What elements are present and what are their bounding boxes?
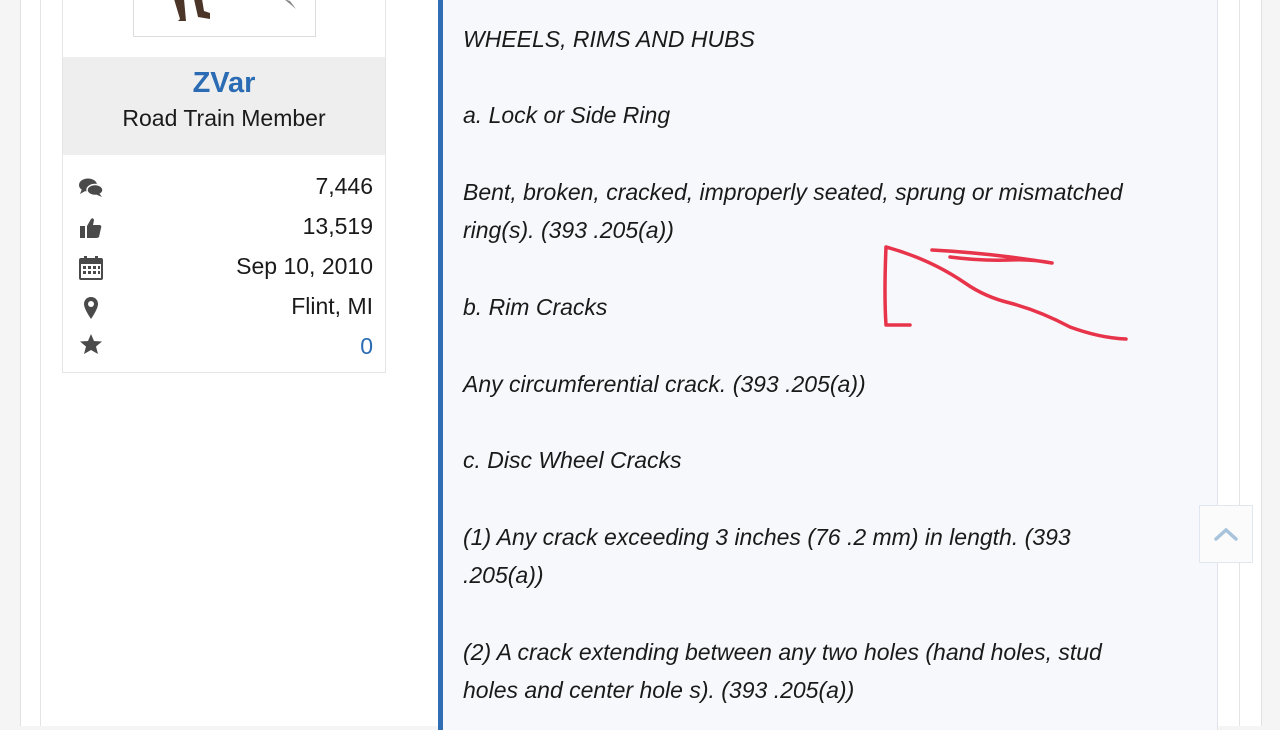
post-body: WHEELS, RIMS AND HUBS a. Lock or Side Ri… [438, 0, 1218, 730]
post-line: c. Disc Wheel Cracks [463, 447, 682, 473]
scroll-to-top-button[interactable] [1199, 505, 1253, 563]
location-pin-icon [77, 295, 105, 321]
post-line: b. Rim Cracks [463, 294, 608, 320]
post-line: ring(s). (393 .205(a)) [463, 217, 674, 243]
user-card: ZVar Road Train Member 7,446 13,519 Sep … [62, 0, 386, 373]
thumbs-up-icon [77, 215, 105, 241]
star-icon [77, 331, 105, 357]
stat-location: Flint, MI [63, 291, 385, 325]
chevron-up-icon [1214, 527, 1238, 541]
post-line: (2) A crack extending between any two ho… [463, 639, 1102, 665]
calendar-icon [77, 255, 105, 281]
messages-icon [77, 175, 105, 201]
username-link[interactable]: ZVar [63, 67, 385, 100]
stat-trophies: 0 [63, 331, 385, 365]
reaction-count: 13,519 [302, 213, 373, 239]
trophy-points-link[interactable]: 0 [360, 333, 373, 360]
user-title: Road Train Member [122, 105, 326, 131]
stat-messages: 7,446 [63, 171, 385, 205]
post-line: holes and center hole s). (393 .205(a)) [463, 677, 855, 703]
post-line: a. Lock or Side Ring [463, 102, 671, 128]
post-line: Bent, broken, cracked, improperly seated… [463, 179, 1123, 205]
post-heading: WHEELS, RIMS AND HUBS [463, 26, 755, 52]
joined-date: Sep 10, 2010 [236, 253, 373, 279]
stat-reactions: 13,519 [63, 211, 385, 245]
location: Flint, MI [291, 293, 373, 319]
post-line: .205(a)) [463, 562, 544, 588]
message-count: 7,446 [315, 173, 373, 199]
post-line: Any circumferential crack. (393 .205(a)) [463, 371, 866, 397]
post-line: (1) Any crack exceeding 3 inches (76 .2 … [463, 524, 1071, 550]
stat-joined: Sep 10, 2010 [63, 251, 385, 285]
user-header: ZVar Road Train Member [63, 57, 385, 155]
avatar[interactable] [133, 0, 316, 37]
